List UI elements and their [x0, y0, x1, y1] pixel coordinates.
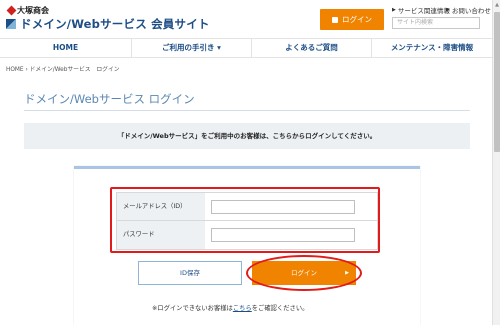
contact-label: お問い合わせ — [451, 7, 491, 15]
site-logo-icon — [6, 19, 16, 29]
vertical-scrollbar[interactable]: ▲ — [492, 0, 500, 325]
service-info-link[interactable]: ▶ サービス関連情報 — [392, 5, 450, 15]
save-id-button[interactable]: ID保存 — [138, 261, 242, 285]
company-name: 大塚商会 — [17, 6, 49, 15]
breadcrumb-current: ドメイン/Webサービス ログイン — [29, 67, 120, 73]
header-login-button[interactable]: ログイン — [320, 9, 384, 30]
site-title[interactable]: ドメイン/Webサービス 会員サイト — [6, 16, 210, 32]
login-notice: 「ドメイン/Webサービス」をご利用中のお客様は、こちらからログインしてください… — [24, 123, 470, 149]
nav-item-faq[interactable]: よくあるご質問 — [252, 39, 372, 57]
footnote-prefix: ※ログインできないお客様は — [152, 305, 233, 312]
triangle-right-icon: ▶ — [446, 7, 450, 13]
global-nav: HOME ご利用の手引き ▾ よくあるご質問 メンテナンス・障害情報 — [0, 38, 492, 58]
service-info-label: サービス関連情報 — [397, 7, 450, 15]
breadcrumb-separator: › — [25, 67, 28, 73]
highlight-rectangle — [110, 187, 380, 253]
header: 大塚商会 ドメイン/Webサービス 会員サイト ログイン ▶ サービス関連情報 … — [0, 0, 492, 38]
page-title: ドメイン/Webサービス ログイン — [24, 92, 195, 106]
lock-icon — [332, 16, 338, 23]
nav-item-guide[interactable]: ご利用の手引き ▾ — [132, 39, 252, 57]
highlight-ellipse — [246, 255, 362, 291]
title-divider — [24, 110, 470, 111]
login-help-note: ※ログインできないお客様はこちらをご確認ください。 — [152, 303, 308, 312]
nav-item-maintenance[interactable]: メンテナンス・障害情報 — [372, 39, 492, 57]
help-link[interactable]: こちら — [233, 305, 252, 312]
nav-item-home[interactable]: HOME — [0, 39, 132, 57]
company-logo-icon — [6, 5, 17, 16]
scroll-up-icon[interactable]: ▲ — [493, 1, 500, 9]
contact-link[interactable]: ▶ お問い合わせ — [446, 5, 491, 15]
scroll-thumb[interactable] — [494, 12, 500, 152]
breadcrumb: HOME › ドメイン/Webサービス ログイン — [6, 64, 120, 73]
header-login-label: ログイン — [342, 15, 372, 24]
company-logo[interactable]: 大塚商会 — [6, 5, 49, 16]
triangle-right-icon: ▶ — [392, 7, 396, 13]
breadcrumb-home[interactable]: HOME — [6, 67, 24, 73]
search-input[interactable]: サイト内検索 — [392, 17, 480, 29]
footnote-suffix: をご確認ください。 — [251, 305, 309, 312]
site-title-text: ドメイン/Webサービス 会員サイト — [20, 17, 210, 31]
